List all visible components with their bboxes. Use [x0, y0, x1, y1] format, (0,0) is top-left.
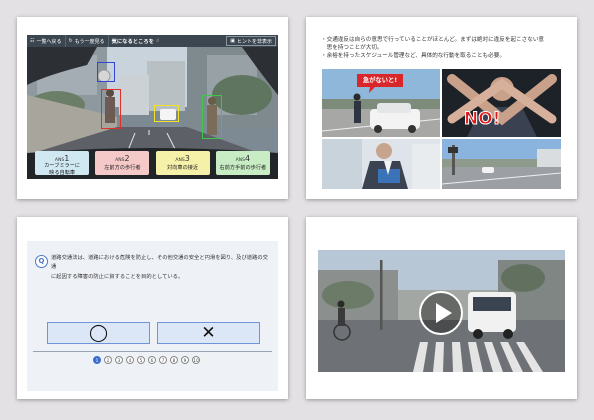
page-dot-8[interactable]: 8: [170, 356, 178, 364]
play-icon: [436, 303, 452, 323]
photo-schedule: [322, 139, 440, 189]
advice-text: ・交通違反は自らの意思で行っていることがほとんど。まずは絶対に違反を起こさない意…: [321, 37, 545, 60]
page-dot-9[interactable]: 9: [181, 356, 189, 364]
hide-hint-button[interactable]: ▣ ヒントを非表示: [226, 36, 276, 46]
question-text: 道路交通法は、道路における危険を防止し、その他交通の安全と円滑を図り、及び道路の…: [51, 255, 268, 280]
hazard-box-pedestrian-right[interactable]: [202, 95, 222, 139]
page-dot-1[interactable]: 1: [93, 356, 101, 364]
answer-2[interactable]: ANS2 左前方の歩行者: [95, 151, 150, 175]
photo-no-gesture: NO!: [442, 69, 561, 137]
page-dot-6[interactable]: 6: [148, 356, 156, 364]
divider: [33, 351, 272, 352]
play-button[interactable]: [419, 291, 463, 335]
answer-list: ANS1 カーブミラーに 映る自転車 ANS2 左前方の歩行者 ANS3 対向車…: [27, 151, 278, 175]
page-dot-5[interactable]: 5: [137, 356, 145, 364]
tap-hand-icon: ☝: [155, 38, 159, 44]
replay-icon: ↻: [68, 38, 73, 44]
answer-true-button[interactable]: ◯: [47, 322, 150, 344]
page-dot-7[interactable]: 7: [159, 356, 167, 364]
advice-card: ・交通違反は自らの意思で行っていることがほとんど。まずは絶対に違反を起こさない意…: [306, 17, 577, 199]
answer-4[interactable]: ANS4 右前方手前の歩行者: [215, 151, 270, 175]
grid-icon: ☷: [30, 38, 35, 44]
driving-scene[interactable]: ☷ 一覧へ戻る ↻ もう一度見る 気になるところを ☝ ▣ ヒントを非表示 AN…: [27, 35, 278, 179]
page-dot-3[interactable]: 3: [115, 356, 123, 364]
answer-false-button[interactable]: ✕: [157, 322, 260, 344]
video-player[interactable]: [318, 250, 565, 372]
page-dot-2[interactable]: 2: [104, 356, 112, 364]
answer-3[interactable]: ANS3 対向車の接近: [155, 151, 210, 175]
back-to-list-button[interactable]: ☷ 一覧へ戻る: [27, 35, 66, 47]
quiz-card: Q 道路交通法は、道路における危険を防止し、その他交通の安全と円滑を図り、及び道…: [17, 217, 288, 399]
instruction-title: 気になるところを ☝: [111, 38, 159, 45]
hazard-box-mirror[interactable]: [97, 62, 115, 82]
question-pager: 1 2 3 4 5 6 7 8 9 10: [93, 356, 200, 364]
photo-safe-road: [442, 139, 561, 189]
hazard-box-oncoming-car[interactable]: [154, 105, 179, 122]
video-card: [306, 217, 577, 399]
replay-button[interactable]: ↻ もう一度見る: [66, 35, 109, 47]
hazard-box-pedestrian-left[interactable]: [101, 89, 121, 129]
page-dot-4[interactable]: 4: [126, 356, 134, 364]
hazard-prediction-card: ☷ 一覧へ戻る ↻ もう一度見る 気になるところを ☝ ▣ ヒントを非表示 AN…: [17, 17, 288, 199]
quiz-panel: Q 道路交通法は、道路における危険を防止し、その他交通の安全と円滑を図り、及び道…: [27, 241, 278, 391]
hint-icon: ▣: [230, 38, 235, 44]
answer-1[interactable]: ANS1 カーブミラーに 映る自転車: [35, 151, 90, 175]
scene-toolbar: ☷ 一覧へ戻る ↻ もう一度見る 気になるところを ☝ ▣ ヒントを非表示: [27, 35, 278, 47]
question-icon: Q: [35, 255, 48, 268]
page-dot-10[interactable]: 10: [192, 356, 200, 364]
photo-hurrying: 急がないと!: [322, 69, 440, 137]
